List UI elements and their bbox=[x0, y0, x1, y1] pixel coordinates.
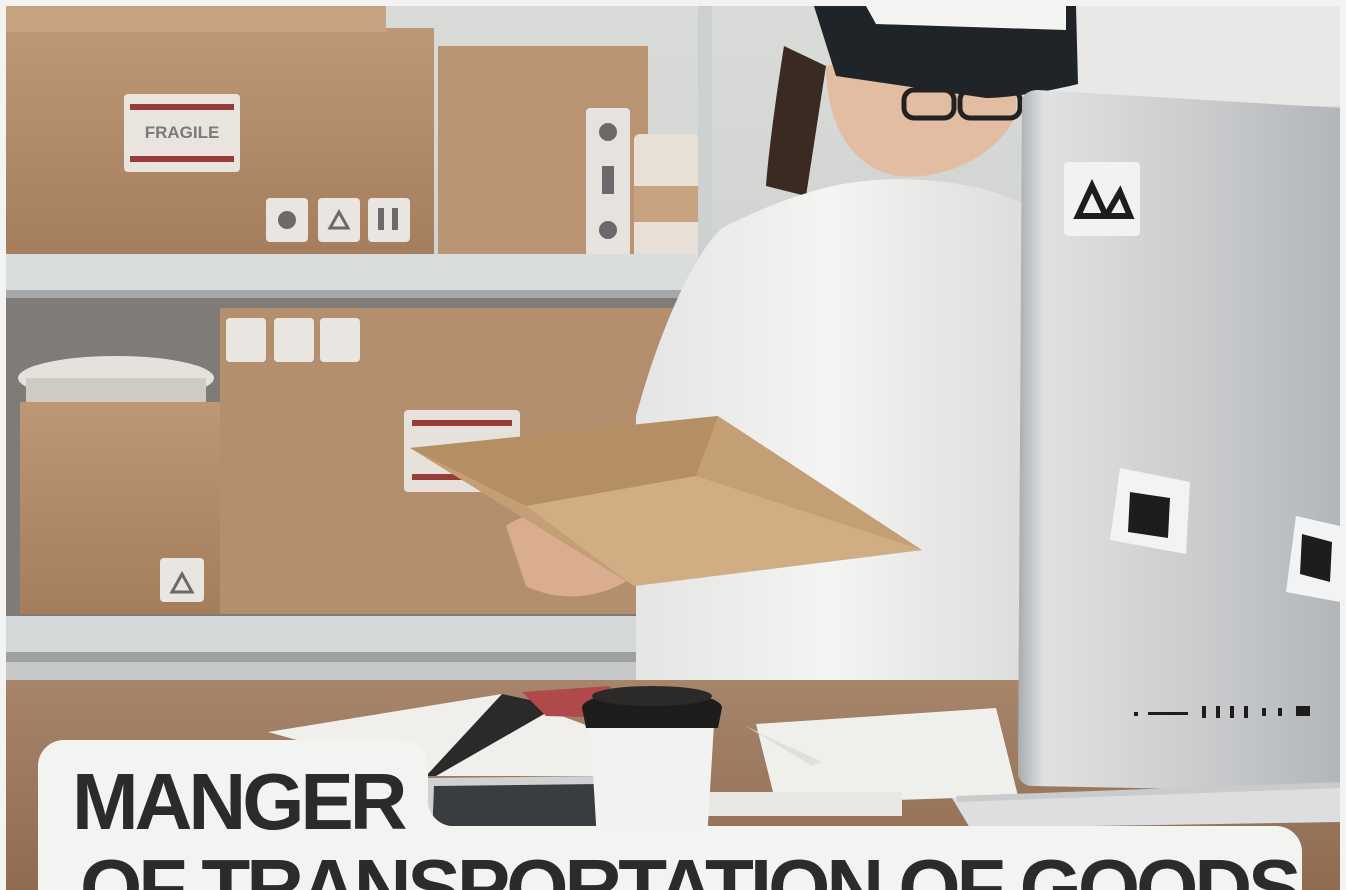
poster: FRAGILE MANGER OF TRANSPORTATION OF GOOD… bbox=[0, 0, 1346, 890]
package-pile bbox=[18, 356, 214, 404]
fragile-label-text: FRAGILE bbox=[145, 123, 220, 142]
paper-cup-background bbox=[634, 134, 700, 260]
title-line-1: MANGER bbox=[72, 757, 408, 846]
monitor bbox=[1018, 90, 1340, 792]
lower-shelf bbox=[6, 616, 696, 656]
box-top-right bbox=[438, 46, 648, 260]
handling-stickers-top bbox=[266, 198, 410, 242]
box-lower-left bbox=[20, 402, 220, 614]
title-line-2: OF TRANSPORTATION OF GOODS bbox=[80, 843, 1301, 890]
fragile-label: FRAGILE bbox=[124, 94, 240, 172]
upper-shelf bbox=[6, 254, 696, 294]
